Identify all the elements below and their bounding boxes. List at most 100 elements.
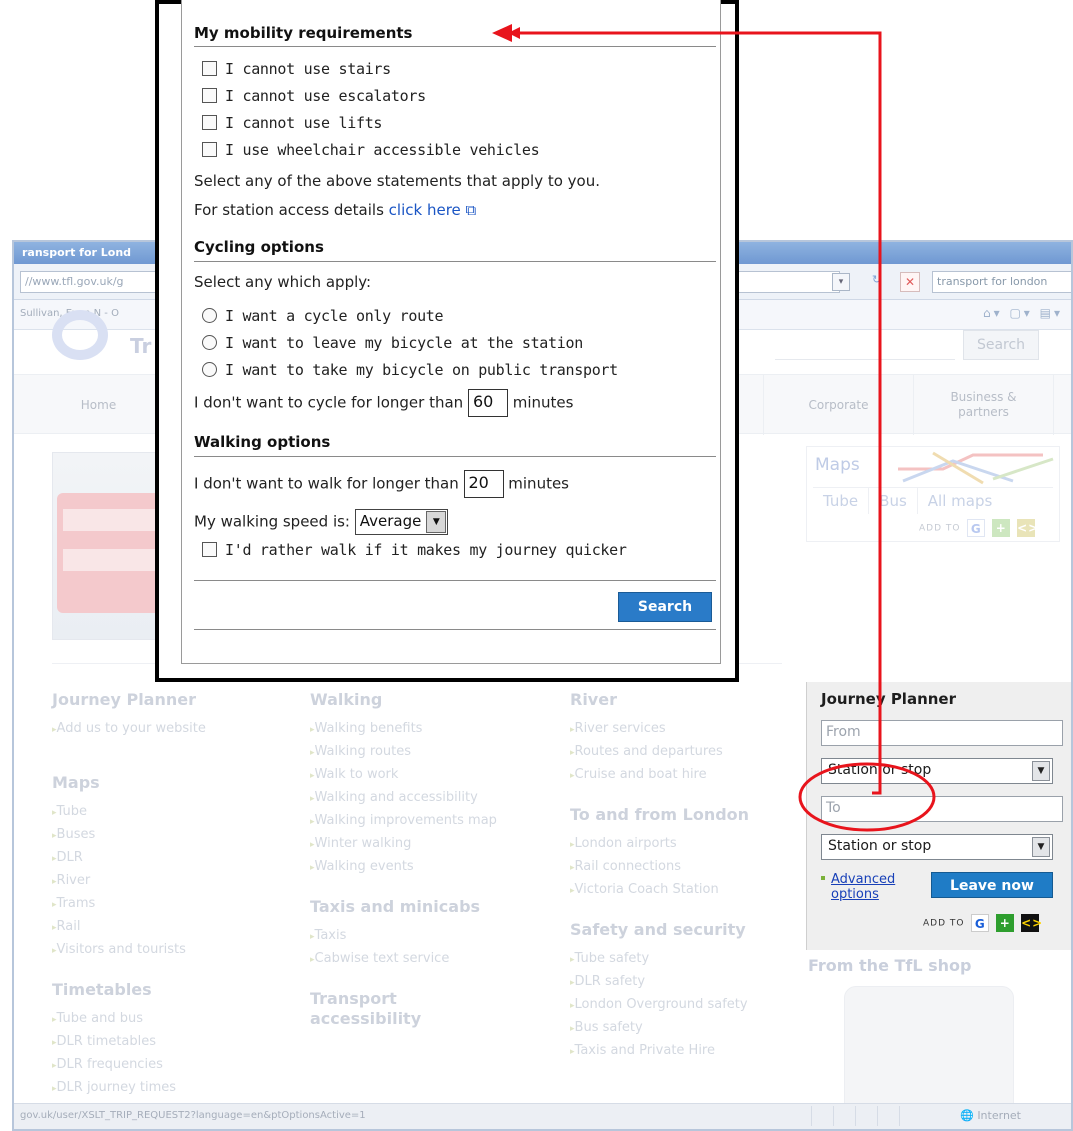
section-link[interactable]: London airports	[570, 833, 790, 856]
mobility-option[interactable]: I use wheelchair accessible vehicles	[194, 141, 540, 159]
section-link[interactable]: Walking events	[310, 856, 520, 879]
status-bar: gov.uk/user/XSLT_TRIP_REQUEST2?language=…	[14, 1103, 1071, 1129]
cycling-option[interactable]: I want a cycle only route	[194, 307, 444, 325]
cycle-minutes-input[interactable]: 60	[467, 389, 508, 417]
url-dropdown-icon[interactable]: ▾	[832, 273, 850, 291]
plus-icon[interactable]: +	[992, 519, 1011, 537]
plus-icon[interactable]: +	[996, 914, 1015, 932]
from-type-select[interactable]: Station or stop ▼	[821, 758, 1053, 784]
checkbox[interactable]	[202, 61, 217, 76]
section-link[interactable]: Bus safety	[570, 1017, 790, 1040]
mobility-option[interactable]: I cannot use stairs	[194, 60, 391, 78]
section-link[interactable]: Cabwise text service	[310, 948, 520, 971]
maps-link-tube[interactable]: Tube	[813, 488, 870, 514]
walk-speed-select[interactable]: Average ▼	[354, 509, 449, 535]
leave-now-button[interactable]: Leave now	[931, 872, 1053, 898]
mobility-option[interactable]: I cannot use lifts	[194, 114, 382, 132]
google-icon[interactable]: G	[967, 519, 986, 537]
checkbox[interactable]	[202, 88, 217, 103]
shop-title[interactable]: From the TfL shop	[808, 956, 972, 975]
section-link[interactable]: Buses	[52, 824, 282, 847]
section-title[interactable]: Transport accessibility	[310, 989, 450, 1029]
section-link[interactable]: Tube safety	[570, 948, 790, 971]
section-title[interactable]: Maps	[52, 773, 282, 793]
toolbar-icons[interactable]: ⌂▾ ▢▾ ▤▾	[983, 306, 1063, 320]
walk-quicker-option[interactable]: I'd rather walk if it makes my journey q…	[194, 541, 627, 559]
mobility-option[interactable]: I cannot use escalators	[194, 87, 426, 105]
to-type-select[interactable]: Station or stop ▼	[821, 834, 1053, 860]
browser-search-field[interactable]: transport for london	[932, 271, 1071, 293]
cycling-option[interactable]: I want to leave my bicycle at the statio…	[194, 334, 583, 352]
section-title[interactable]: To and from London	[570, 805, 790, 825]
radio-button[interactable]	[202, 362, 217, 377]
maps-link-bus[interactable]: Bus	[869, 488, 918, 514]
journey-planner-widget: Journey Planner From Station or stop ▼ To…	[806, 682, 1071, 950]
section-title[interactable]: River	[570, 690, 790, 710]
section-link[interactable]: Walking improvements map	[310, 810, 520, 833]
section-link[interactable]: Routes and departures	[570, 741, 790, 764]
section-link[interactable]: DLR safety	[570, 971, 790, 994]
radio-button[interactable]	[202, 308, 217, 323]
section-link[interactable]: Taxis and Private Hire	[570, 1040, 790, 1063]
external-link-icon[interactable]: ⧉	[466, 201, 477, 219]
section-link[interactable]: Cruise and boat hire	[570, 764, 790, 787]
section-link[interactable]: Rail	[52, 916, 282, 939]
walk-minutes-input[interactable]: 20	[463, 470, 504, 498]
advanced-options-panel: My mobility requirements I cannot use st…	[181, 0, 721, 664]
to-input[interactable]: To	[821, 796, 1063, 822]
checkbox[interactable]	[202, 115, 217, 130]
refresh-icon[interactable]: ↻	[872, 273, 881, 286]
section-link[interactable]: London Overground safety	[570, 994, 790, 1017]
section-link[interactable]: Victoria Coach Station	[570, 879, 790, 902]
section-link[interactable]: Trams	[52, 893, 282, 916]
radio-button[interactable]	[202, 335, 217, 350]
tfl-logo[interactable]: Tr	[34, 310, 151, 362]
section-link[interactable]: Tube and bus	[52, 1008, 282, 1031]
section-link[interactable]: DLR timetables	[52, 1031, 282, 1054]
checkbox[interactable]	[202, 542, 217, 557]
nav-business-partners[interactable]: Business & partners	[914, 375, 1054, 435]
section-link[interactable]: DLR journey times	[52, 1077, 282, 1100]
section-link[interactable]: Taxis	[310, 925, 520, 948]
walking-title: Walking options	[194, 433, 331, 451]
stop-icon[interactable]: ✕	[900, 272, 920, 292]
section-title[interactable]: Walking	[310, 690, 520, 710]
from-input[interactable]: From	[821, 720, 1063, 746]
section-link[interactable]: DLR frequencies	[52, 1054, 282, 1077]
section-link[interactable]: Rail connections	[570, 856, 790, 879]
section-title[interactable]: Taxis and minicabs	[310, 897, 520, 917]
code-icon[interactable]: <>	[1017, 519, 1038, 537]
section-title[interactable]: Timetables	[52, 980, 282, 1000]
search-button[interactable]: Search	[618, 592, 712, 622]
section-link[interactable]: Walking benefits	[310, 718, 520, 741]
hero-bus-image[interactable]	[52, 452, 162, 640]
section-title[interactable]: Journey Planner	[52, 690, 282, 710]
site-search-input[interactable]	[775, 336, 955, 360]
checkbox[interactable]	[202, 142, 217, 157]
cycling-option[interactable]: I want to take my bicycle on public tran…	[194, 361, 618, 379]
station-access-link[interactable]: click here	[389, 201, 461, 219]
section-link[interactable]: Walking routes	[310, 741, 520, 764]
tube-map-thumbnail-icon[interactable]	[893, 449, 1057, 485]
advanced-options-link[interactable]: Advanced options	[831, 872, 915, 902]
section-link[interactable]: River	[52, 870, 282, 893]
section-link[interactable]: Winter walking	[310, 833, 520, 856]
site-search-button[interactable]: Search	[963, 330, 1039, 360]
mobility-option-label: I cannot use stairs	[225, 60, 391, 78]
section-link[interactable]: Tube	[52, 801, 282, 824]
section-link[interactable]: Walking and accessibility	[310, 787, 520, 810]
section-title[interactable]: Safety and security	[570, 920, 790, 940]
google-icon[interactable]: G	[971, 914, 990, 932]
nav-corporate[interactable]: Corporate	[764, 375, 914, 435]
code-icon[interactable]: <>	[1021, 914, 1042, 932]
section-link[interactable]: River services	[570, 718, 790, 741]
maps-link-all[interactable]: All maps	[918, 488, 1003, 514]
station-access-row: For station access details click here ⧉	[194, 201, 476, 219]
maps-links: Tube Bus All maps	[813, 487, 1053, 514]
section-link[interactable]: Walk to work	[310, 764, 520, 787]
walk-max-label: I don't want to walk for longer than	[194, 474, 459, 493]
maps-title[interactable]: Maps	[815, 455, 860, 475]
section-link[interactable]: Visitors and tourists	[52, 939, 282, 962]
section-link[interactable]: Add us to your website	[52, 718, 282, 741]
section-link[interactable]: DLR	[52, 847, 282, 870]
